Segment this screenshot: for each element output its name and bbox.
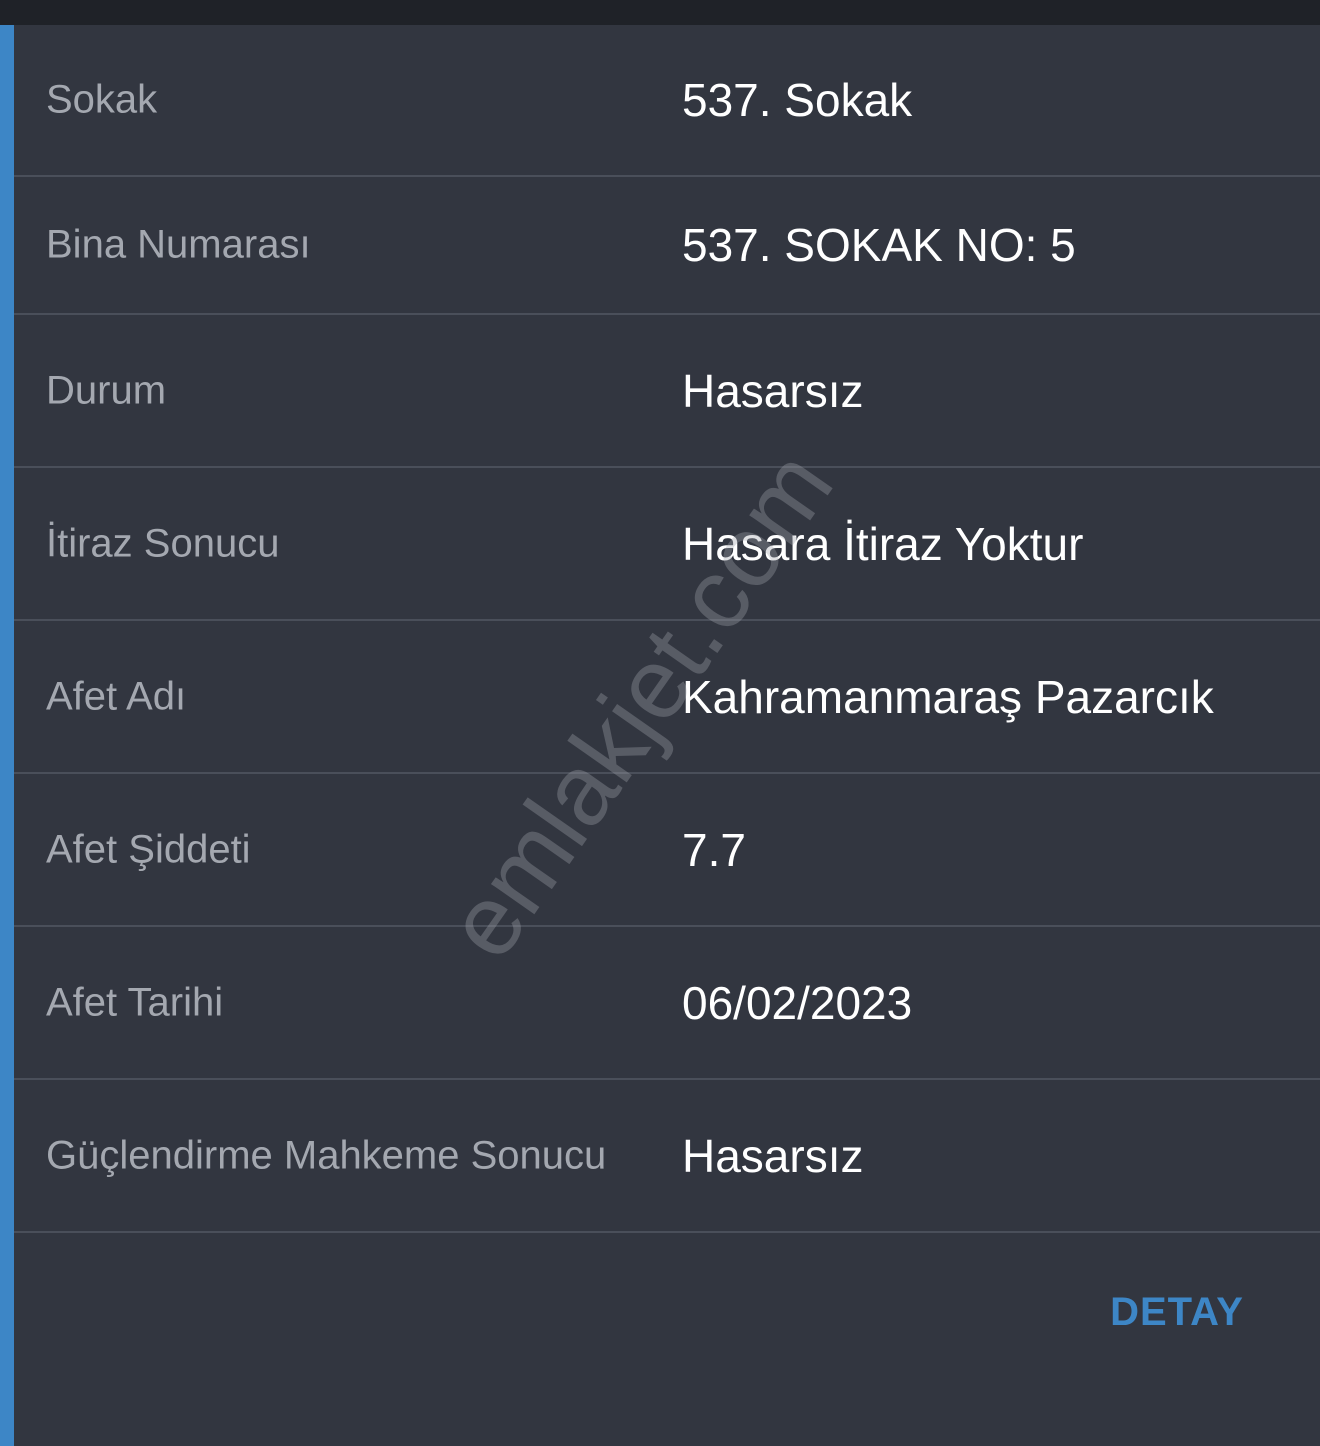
- info-row-status: Durum Hasarsız: [14, 315, 1320, 468]
- top-bar: [0, 0, 1320, 25]
- objection-result-value: Hasara İtiraz Yoktur: [682, 517, 1084, 570]
- info-row-disaster-date: Afet Tarihi 06/02/2023: [14, 927, 1320, 1080]
- accent-bar: [0, 25, 14, 1446]
- detail-button[interactable]: DETAY: [1110, 1290, 1244, 1335]
- disaster-name-label: Afet Adı: [46, 674, 187, 718]
- disaster-date-value: 06/02/2023: [682, 976, 913, 1029]
- info-row-objection-result: İtiraz Sonucu Hasara İtiraz Yoktur: [14, 468, 1320, 621]
- street-value: 537. Sokak: [682, 74, 913, 126]
- court-result-label: Güçlendirme Mahkeme Sonucu: [46, 1133, 607, 1177]
- status-label: Durum: [46, 368, 167, 412]
- disaster-date-label: Afet Tarihi: [46, 980, 224, 1024]
- building-number-label: Bina Numarası: [46, 222, 311, 267]
- info-row-disaster-magnitude: Afet Şiddeti 7.7: [14, 774, 1320, 927]
- court-result-value: Hasarsız: [682, 1129, 864, 1182]
- status-value: Hasarsız: [682, 364, 864, 417]
- info-row-building-number: Bina Numarası 537. SOKAK NO: 5: [14, 177, 1320, 315]
- street-label: Sokak: [46, 77, 158, 122]
- info-row-disaster-name: Afet Adı Kahramanmaraş Pazarcık: [14, 621, 1320, 774]
- disaster-name-value: Kahramanmaraş Pazarcık: [682, 670, 1214, 723]
- objection-result-label: İtiraz Sonucu: [46, 521, 280, 565]
- info-row-court-result: Güçlendirme Mahkeme Sonucu Hasarsız: [14, 1080, 1320, 1233]
- disaster-magnitude-value: 7.7: [682, 823, 746, 876]
- disaster-magnitude-label: Afet Şiddeti: [46, 827, 251, 871]
- info-row-street: Sokak 537. Sokak: [14, 25, 1320, 177]
- building-number-value: 537. SOKAK NO: 5: [682, 219, 1076, 271]
- building-info-card: Sokak 537. Sokak Bina Numarası 537. SOKA…: [14, 25, 1320, 1446]
